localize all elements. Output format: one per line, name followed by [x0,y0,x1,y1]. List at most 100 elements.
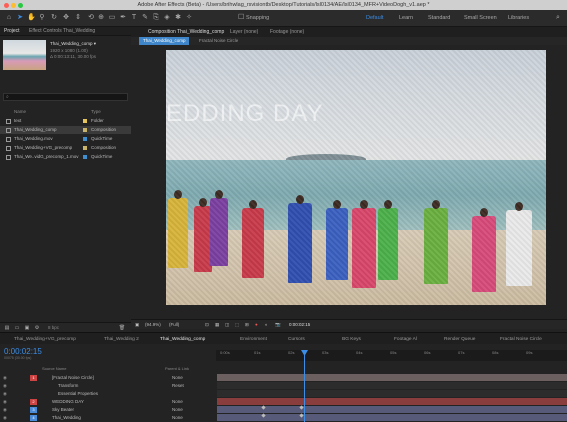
layer-duration-bar[interactable] [217,414,567,421]
mask-tool-icon[interactable]: ▭ [108,13,116,23]
project-comp-name[interactable]: Thai_Wedding_comp ▾ [50,41,96,47]
layer-duration-bar[interactable] [217,382,567,389]
project-item[interactable]: Thai_We..vidG_precomp_1.mov QuickTime [0,153,131,161]
workspace-learn[interactable]: Learn [399,13,413,23]
timeline-current-time[interactable]: 0:00:02:15 [4,347,42,356]
layer-row[interactable]: ◉ Transform Reset [0,382,216,389]
composition-viewer[interactable]: EDDING DAY [166,50,546,305]
layer-duration-bar[interactable] [217,374,567,381]
roto-tool-icon[interactable]: ✱ [174,13,182,23]
col-header-source[interactable]: Source Name [42,366,66,371]
brush-tool-icon[interactable]: ✎ [141,13,149,23]
item-label-color[interactable] [83,155,87,159]
project-item[interactable]: Thai_Wedding_comp Composition [0,126,131,134]
type-tool-icon[interactable]: T [130,13,138,23]
bpc-label[interactable]: 8 bpc [48,325,59,330]
time-ruler[interactable]: 0:00s 01s 02s 03s 04s 05s 06s 07s 08s 09s [216,350,567,361]
tab-composition[interactable]: Composition Thai_Wedding_comp [145,27,227,37]
workspace-standard[interactable]: Standard [428,13,450,23]
noise-overlay [166,50,546,305]
layer-row[interactable]: ◉ 1 [Fractal Noise Circle] None [0,374,216,381]
layer-parent[interactable]: Reset [172,382,184,389]
exposure-icon[interactable]: ◐ [265,321,268,329]
project-footer: ▤ ▭ ▣ ⚙ 8 bpc 🗑 [0,322,131,332]
mask-visibility-icon[interactable]: ◫ [225,321,229,329]
resolution-dropdown[interactable]: (Full) [169,321,179,329]
timeline-tab-row: Thai_Wedding+VG_precomp Thai_Wedding 2 Tha… [0,332,567,344]
subtab-fractal-noise[interactable]: Fractal Noise Circle [195,37,242,45]
tab-footage[interactable]: Footage (none) [267,27,307,37]
ruler-tick-label: 05s [390,350,397,355]
visibility-eye-icon[interactable]: ◉ [3,406,7,413]
item-type-icon [6,118,11,124]
selection-tool-icon[interactable]: ➤ [16,13,24,23]
tab-effect-controls[interactable]: Effect Controls Thai_Wedding [26,27,98,36]
layer-parent[interactable]: None [172,398,183,405]
visibility-eye-icon[interactable]: ◉ [3,374,7,381]
always-preview-icon[interactable]: ▣ [135,321,139,329]
item-label-color[interactable] [83,146,87,150]
project-search-input[interactable]: ⌕ [3,93,128,101]
home-icon[interactable]: ⌂ [5,13,13,23]
zoom-dropdown[interactable]: (94.9%) [145,321,161,329]
layer-parent[interactable]: None [172,406,183,413]
layer-parent[interactable]: None [172,374,183,381]
puppet-tool-icon[interactable]: ✧ [185,13,193,23]
layer-duration-bar[interactable] [217,406,567,413]
grid-guides-icon[interactable]: ⊞ [245,321,249,329]
transparency-grid-icon[interactable]: ▦ [215,321,219,329]
col-header-parent[interactable]: Parent & Link [165,366,189,371]
visibility-eye-icon[interactable]: ◉ [3,390,7,397]
item-label-color[interactable] [83,128,87,132]
snapping-checkbox[interactable]: ☐ [238,13,244,23]
visibility-eye-icon[interactable]: ◉ [3,382,7,389]
workspace-default[interactable]: Default [366,13,383,23]
hand-tool-icon[interactable]: ✋ [27,13,36,23]
snapshot-icon[interactable]: 📷 [275,321,281,329]
region-of-interest-icon[interactable]: ⬚ [235,321,239,329]
minimize-window-button[interactable] [11,2,16,8]
layer-duration-bar[interactable] [217,390,567,397]
visibility-eye-icon[interactable]: ◉ [3,398,7,405]
item-label-color[interactable] [83,119,87,123]
comp-footer: ▣ (94.9%) (Full) ⊡ ▦ ◫ ⬚ ⊞ ● ◐ 📷 0:00:02… [131,319,567,329]
col-header-type[interactable]: Type [91,108,101,116]
dolly-tool-icon[interactable]: ⇕ [74,13,82,23]
zoom-window-button[interactable] [18,2,23,8]
pen-tool-icon[interactable]: ✒ [119,13,127,23]
anchor-tool-icon[interactable]: ⊕ [97,13,105,23]
project-item[interactable]: Thai_Wedding.mov QuickTime [0,135,131,143]
project-item[interactable]: Thai_Wedding+VG_precomp Composition [0,144,131,152]
visibility-eye-icon[interactable]: ◉ [3,414,7,421]
col-header-name[interactable]: Name [14,108,26,116]
search-help-icon[interactable]: ⌕ [554,13,562,23]
playhead-line[interactable] [304,350,305,422]
layer-number: 3 [30,406,37,413]
tab-project[interactable]: Project [1,27,23,36]
orbit-tool-icon[interactable]: ↻ [50,13,58,23]
layer-parent[interactable]: None [172,414,183,421]
clone-tool-icon[interactable]: ⎘ [152,13,160,23]
subtab-thai-wedding-comp[interactable]: Thai_Wedding_comp [139,37,190,45]
pan-tool-icon[interactable]: ✥ [62,13,70,23]
zoom-tool-icon[interactable]: ⚲ [38,13,46,23]
project-item[interactable]: text Folder [0,117,131,125]
ruler-tick-label: 03s [322,350,329,355]
snapping-label: Snapping [246,15,270,21]
eraser-tool-icon[interactable]: ◈ [163,13,171,23]
workspace-libraries[interactable]: Libraries [508,13,529,23]
layer-duration-bar[interactable] [217,398,567,405]
layer-row[interactable]: ◉ 2 WEDDING DAY None [0,398,216,405]
fast-preview-icon[interactable]: ⊡ [205,321,209,329]
color-channel-icon[interactable]: ● [255,321,258,329]
rotate-tool-icon[interactable]: ⟲ [87,13,95,23]
layer-row[interactable]: ◉ Essential Properties [0,390,216,397]
layer-row[interactable]: ◉ 3 Sky Beater None [0,406,216,413]
item-label-color[interactable] [83,137,87,141]
layer-row[interactable]: ◉ 4 Thai_Wedding None [0,414,216,421]
item-type-icon [6,154,11,160]
workspace-small-screen[interactable]: Small Screen [464,13,497,23]
current-time[interactable]: 0:00:02:15 [289,321,310,329]
close-window-button[interactable] [4,2,9,8]
tab-layer[interactable]: Layer (none) [227,27,261,37]
